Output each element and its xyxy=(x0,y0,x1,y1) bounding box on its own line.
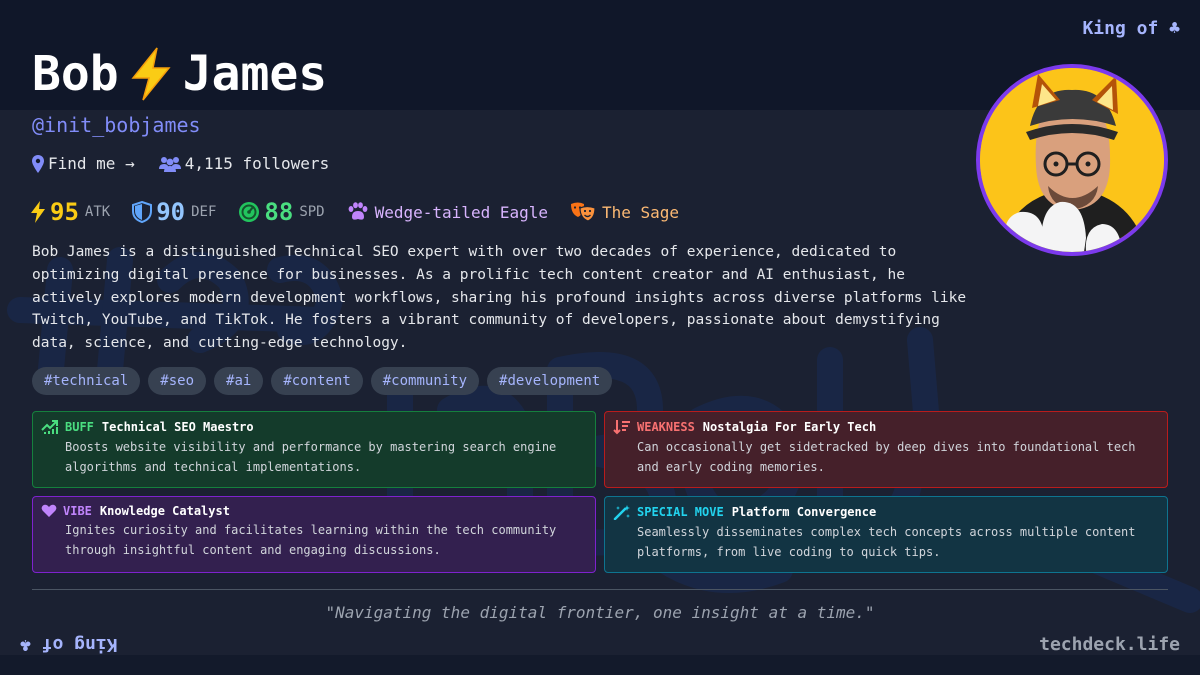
site-link[interactable]: techdeck.life xyxy=(1039,634,1180,655)
buff-card: BUFF Technical SEO Maestro Boosts websit… xyxy=(32,411,596,488)
tag-content[interactable]: #content xyxy=(271,367,363,395)
users-icon xyxy=(158,156,181,172)
magic-wand-icon xyxy=(613,505,630,520)
avatar xyxy=(976,64,1168,256)
vibe-desc: Ignites curiosity and facilitates learni… xyxy=(65,523,557,557)
spd-value: 88 xyxy=(264,198,294,226)
paw-icon xyxy=(348,202,368,220)
spirit-animal-label: Wedge-tailed Eagle xyxy=(374,202,548,222)
spirit-animal: Wedge-tailed Eagle xyxy=(347,202,548,222)
spd-unit: SPD xyxy=(299,204,325,220)
profile-name: Bob James xyxy=(32,46,327,102)
buff-desc: Boosts website visibility and performanc… xyxy=(65,440,557,474)
suit-label-top: King of ♣ xyxy=(1082,18,1180,39)
tag-technical[interactable]: #technical xyxy=(32,367,141,395)
tag-seo[interactable]: #seo xyxy=(148,367,207,395)
profile-bio: Bob James is a distinguished Technical S… xyxy=(32,244,967,352)
def-unit: DEF xyxy=(191,204,217,220)
vibe-card: VIBE Knowledge Catalyst Ignites curiosit… xyxy=(32,496,596,573)
profile-handle[interactable]: @init_bobjames xyxy=(32,113,201,137)
find-me-label: Find me → xyxy=(48,154,135,173)
shield-icon xyxy=(132,201,153,223)
stat-atk: 95 ATK xyxy=(30,198,110,226)
tag-ai[interactable]: #ai xyxy=(214,367,264,395)
divider xyxy=(32,589,1168,590)
weakness-card: WEAKNESS Nostalgia For Early Tech Can oc… xyxy=(604,411,1168,488)
name-last: James xyxy=(182,46,328,102)
tag-list: #technical #seo #ai #content #community … xyxy=(32,367,620,395)
speedometer-icon xyxy=(239,202,260,222)
heart-icon xyxy=(41,504,57,517)
buff-title: Technical SEO Maestro xyxy=(101,420,254,434)
special-title: Platform Convergence xyxy=(731,505,877,519)
vibe-title: Knowledge Catalyst xyxy=(99,504,230,518)
suit-label-bottom: King of ♣ xyxy=(20,634,118,655)
theater-masks-icon xyxy=(571,202,596,222)
weakness-desc: Can occasionally get sidetracked by deep… xyxy=(637,440,1136,474)
profile-meta: Find me → 4,115 followers xyxy=(32,154,353,173)
stat-def: 90 DEF xyxy=(132,198,216,226)
vibe-kind: VIBE xyxy=(63,504,92,518)
sort-down-icon xyxy=(613,420,630,435)
followers: 4,115 followers xyxy=(158,154,330,173)
special-kind: SPECIAL MOVE xyxy=(637,505,724,519)
stats-row: 95 ATK 90 DEF 88 SPD Wedge-tailed Eagle xyxy=(30,198,701,226)
archetype: The Sage xyxy=(570,201,679,223)
lightning-bolt-icon xyxy=(131,47,171,101)
name-first: Bob xyxy=(32,46,119,102)
map-pin-icon xyxy=(32,154,44,173)
tag-community[interactable]: #community xyxy=(370,367,480,395)
archetype-label: The Sage xyxy=(602,202,680,222)
stat-spd: 88 SPD xyxy=(238,198,325,226)
find-me-link[interactable]: Find me → xyxy=(32,154,135,173)
lightning-icon xyxy=(31,201,45,223)
atk-value: 95 xyxy=(50,198,79,226)
footer-band xyxy=(0,655,1200,675)
trending-up-icon xyxy=(41,420,58,434)
weakness-kind: WEAKNESS xyxy=(637,420,695,434)
special-desc: Seamlessly disseminates complex tech con… xyxy=(637,525,1136,559)
tag-development[interactable]: #development xyxy=(487,367,613,395)
followers-count: 4,115 followers xyxy=(184,154,330,173)
profile-quote: "Navigating the digital frontier, one in… xyxy=(325,603,875,622)
atk-unit: ATK xyxy=(84,204,111,220)
avatar-image xyxy=(980,68,1164,252)
buff-kind: BUFF xyxy=(65,420,94,434)
def-value: 90 xyxy=(156,198,186,226)
weakness-title: Nostalgia For Early Tech xyxy=(702,420,877,434)
special-move-card: SPECIAL MOVE Platform Convergence Seamle… xyxy=(604,496,1168,573)
